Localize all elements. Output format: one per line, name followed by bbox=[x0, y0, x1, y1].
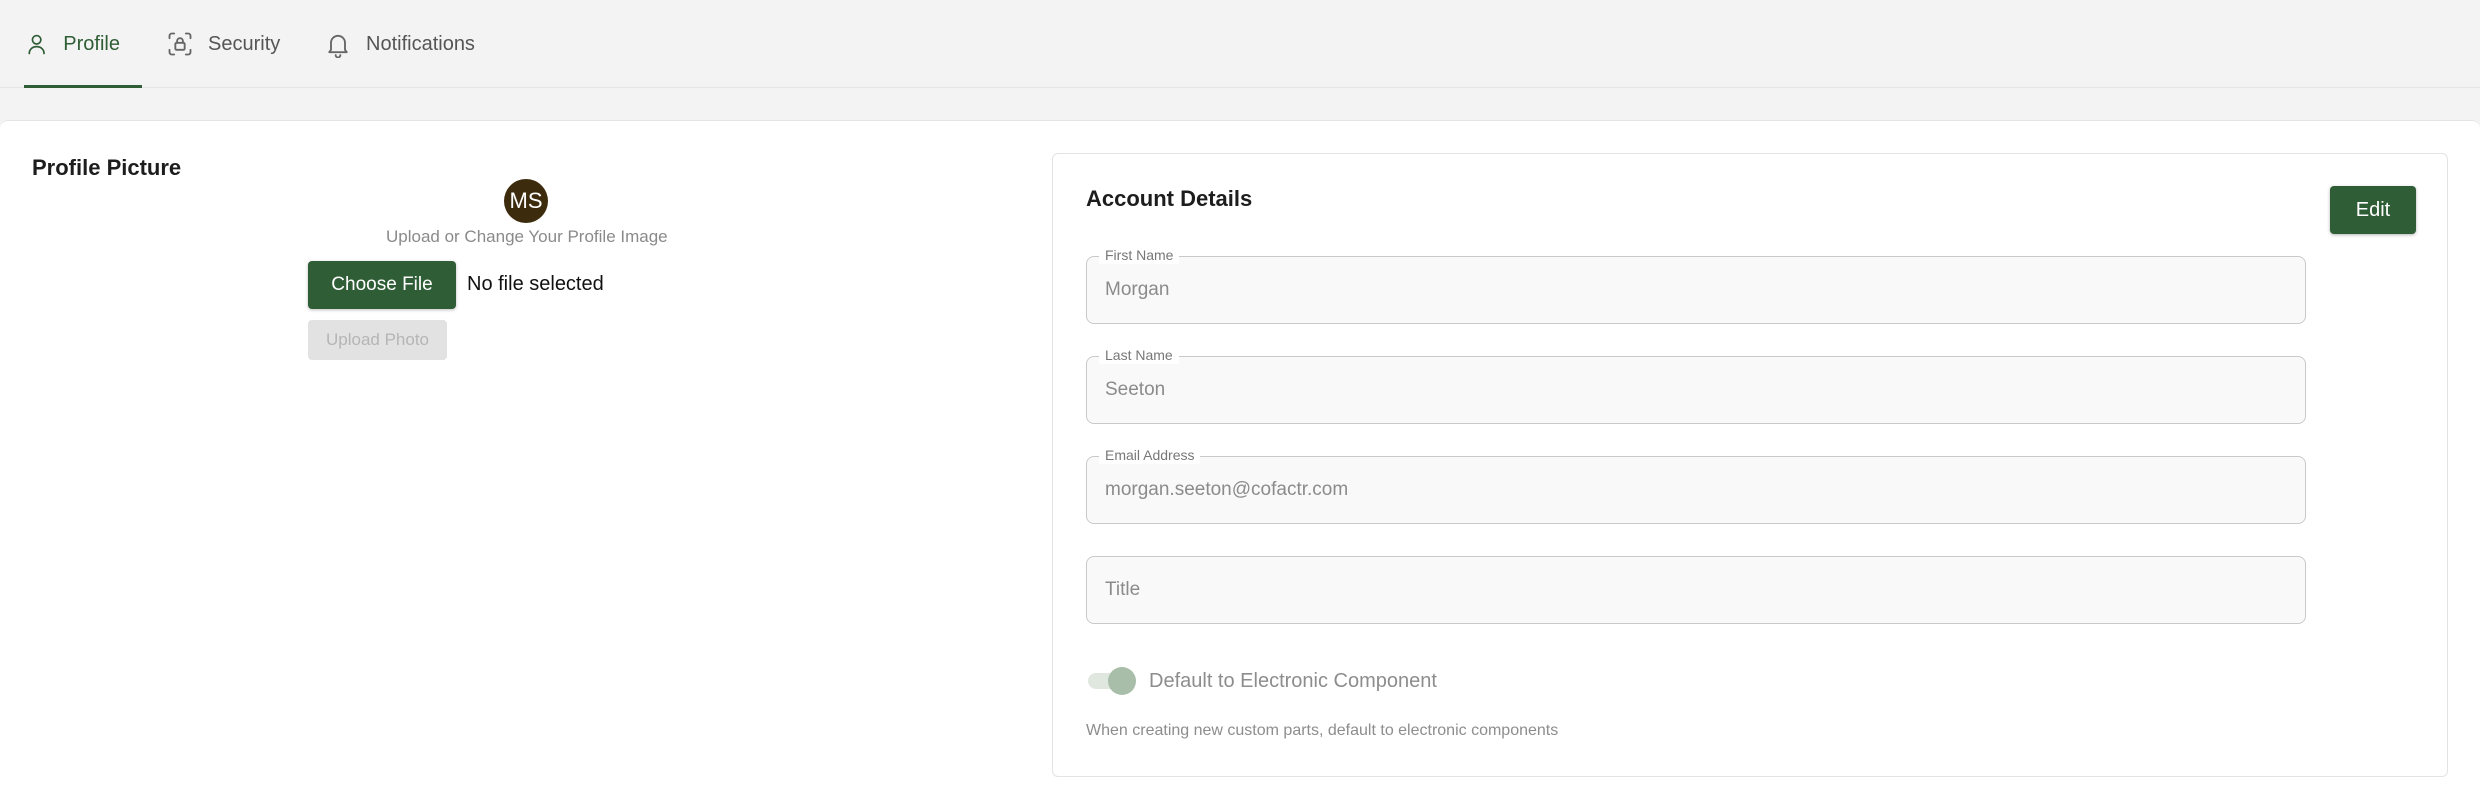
first-name-value: Morgan bbox=[1105, 279, 1170, 300]
toggle-knob bbox=[1108, 667, 1136, 695]
upload-photo-button[interactable]: Upload Photo bbox=[308, 320, 447, 360]
profile-picture-title: Profile Picture bbox=[32, 155, 182, 180]
last-name-field[interactable]: Last Name Seeton bbox=[1086, 346, 2306, 424]
tab-security-label: Security bbox=[208, 32, 281, 55]
face-lock-icon bbox=[168, 32, 192, 56]
toggle-label: Default to Electronic Component bbox=[1149, 670, 1437, 692]
last-name-label: Last Name bbox=[1099, 346, 1179, 364]
account-details-title: Account Details bbox=[1086, 186, 1253, 211]
edit-button[interactable]: Edit bbox=[2330, 186, 2416, 234]
user-icon bbox=[28, 34, 45, 55]
email-value: morgan.seeton@cofactr.com bbox=[1105, 479, 1349, 500]
email-field[interactable]: Email Address morgan.seeton@cofactr.com bbox=[1086, 446, 2306, 524]
avatar: MS bbox=[504, 179, 548, 223]
first-name-label: First Name bbox=[1099, 246, 1180, 264]
tab-profile-label: Profile bbox=[63, 32, 120, 55]
tab-profile[interactable]: Profile bbox=[24, 0, 142, 88]
account-details-card: Account Details Edit First Name Morgan L… bbox=[1052, 153, 2448, 777]
no-file-text: No file selected bbox=[467, 273, 604, 295]
tab-bar: Profile Security Notifications bbox=[0, 0, 2480, 88]
toggle-helper-text: When creating new custom parts, default … bbox=[1086, 722, 1559, 739]
title-field[interactable]: Title bbox=[1086, 556, 2306, 624]
title-placeholder: Title bbox=[1105, 579, 1141, 600]
first-name-field[interactable]: First Name Morgan bbox=[1086, 246, 2306, 324]
profile-panel: Profile Picture MS Upload or Change Your… bbox=[0, 120, 2480, 810]
upload-hint: Upload or Change Your Profile Image bbox=[386, 227, 668, 246]
tab-notifications-label: Notifications bbox=[366, 32, 475, 55]
tab-notifications[interactable]: Notifications bbox=[324, 0, 475, 88]
last-name-value: Seeton bbox=[1105, 379, 1166, 400]
electronic-component-toggle[interactable] bbox=[1086, 666, 1138, 696]
tab-security[interactable]: Security bbox=[166, 0, 280, 88]
email-label: Email Address bbox=[1099, 446, 1201, 464]
bell-icon bbox=[328, 34, 348, 58]
choose-file-button[interactable]: Choose File bbox=[308, 261, 456, 309]
